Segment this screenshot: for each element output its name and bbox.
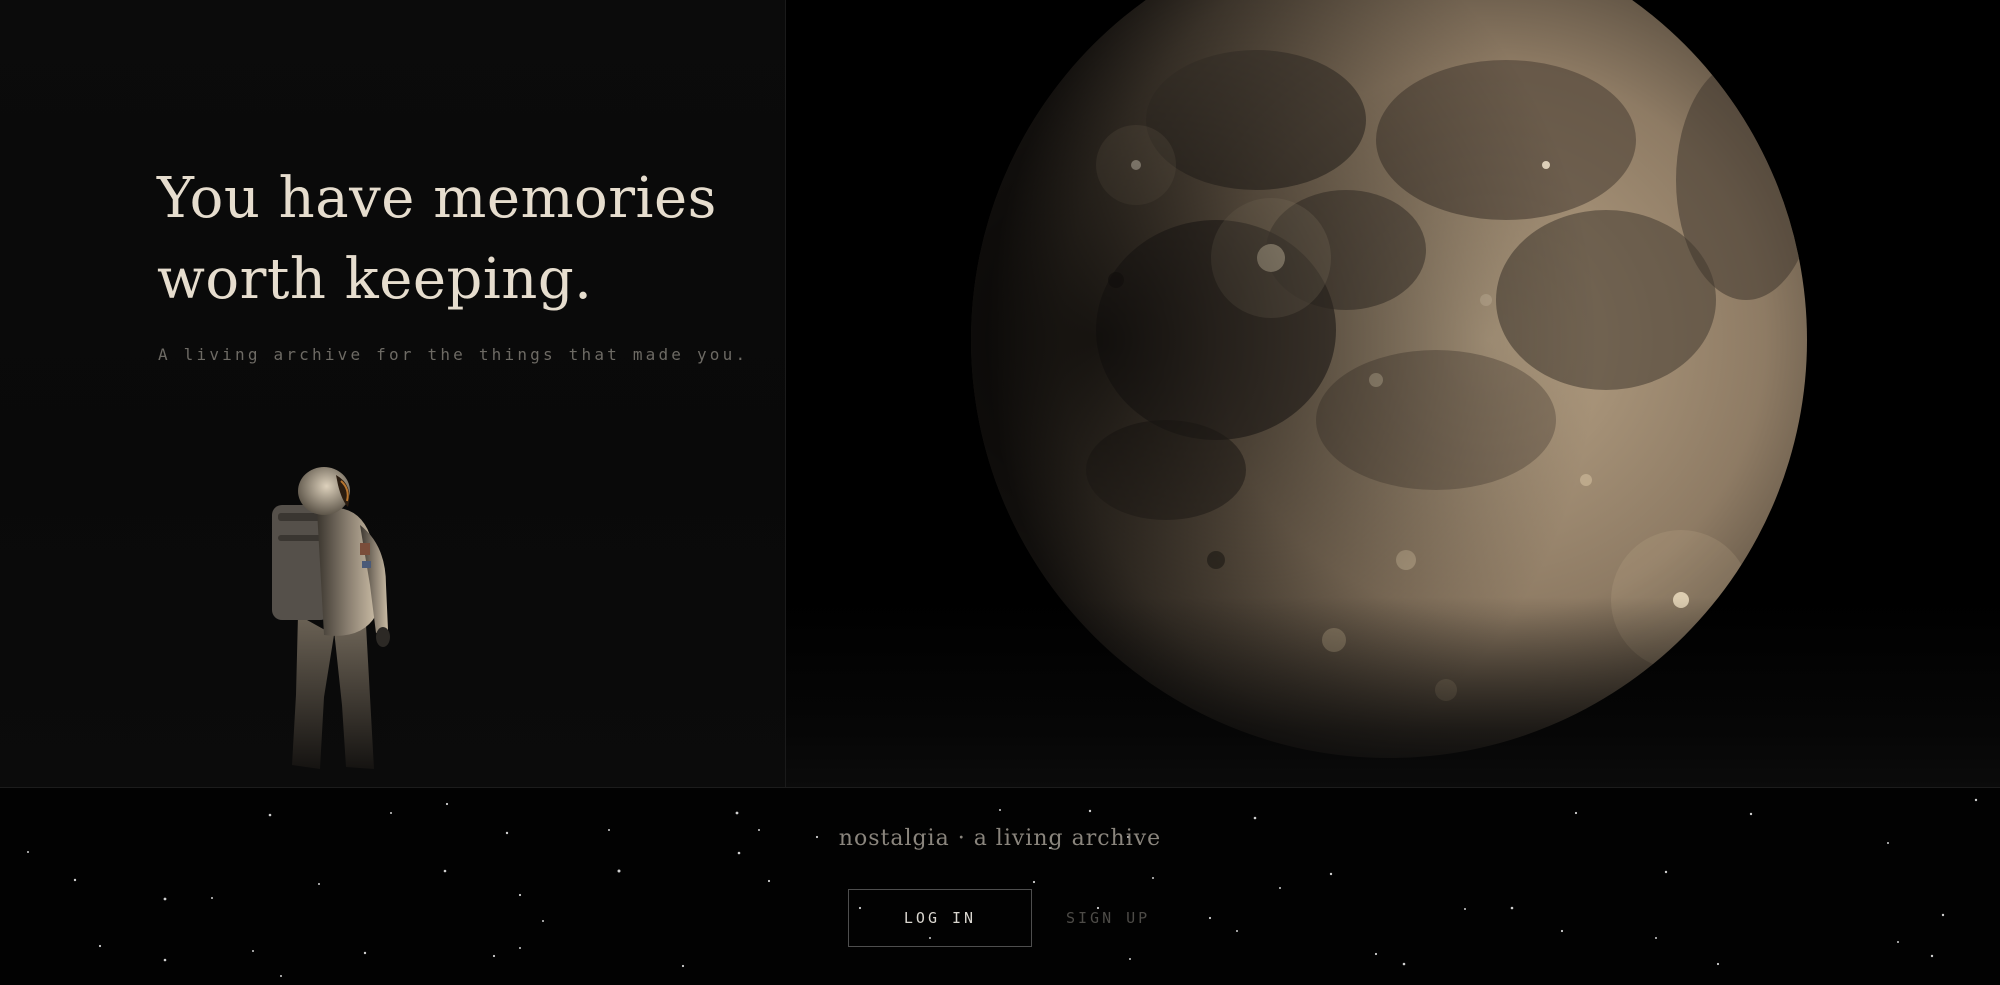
hero-subtitle: A living archive for the things that mad… [158,345,749,364]
hero-right-panel [786,0,2000,787]
landing-page: You have memories worth keeping. A livin… [0,0,2000,985]
footer-brand: nostalgia · a living archive [838,826,1162,851]
astronaut-illustration [272,467,390,769]
headline-line-2: worth keeping. [157,247,593,312]
hero-headline: You have memories worth keeping. [157,158,757,320]
star-field [27,798,1978,977]
headline-line-1: You have memories [157,166,717,231]
hero-left-panel: You have memories worth keeping. A livin… [0,0,786,787]
login-button[interactable]: LOG IN [848,889,1032,947]
moon-bottom-fade [786,597,2000,787]
footer: nostalgia · a living archive LOG IN SIGN… [0,788,2000,985]
signup-link[interactable]: SIGN UP [1066,898,1150,938]
